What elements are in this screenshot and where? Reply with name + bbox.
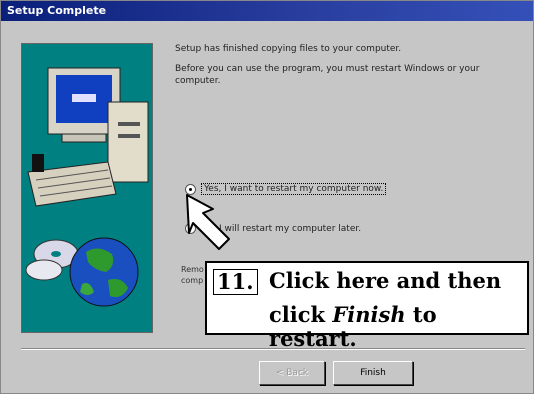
back-button[interactable]: < Back	[259, 361, 325, 385]
computer-globe-illustration	[25, 67, 149, 307]
setup-message: Setup has finished copying files to your…	[175, 43, 525, 95]
title-bar: Setup Complete	[1, 1, 533, 21]
callout-line-2-prefix: click	[269, 302, 333, 327]
message-line-2: Before you can use the program, you must…	[175, 64, 480, 86]
callout-line-1: Click here and then	[269, 268, 502, 293]
divider	[21, 348, 525, 350]
message-line-1: Setup has finished copying files to your…	[175, 44, 402, 54]
callout-line-2: click Finish to restart.	[269, 303, 527, 351]
pointer-arrow-icon	[186, 194, 230, 250]
setup-illustration	[21, 43, 153, 333]
window-title: Setup Complete	[7, 4, 107, 17]
callout-finish-emphasis: Finish	[332, 302, 406, 327]
setup-window: Setup Complete Setup has finished copyin…	[0, 0, 534, 394]
step-number: 11.	[213, 269, 258, 295]
finish-button[interactable]: Finish	[333, 361, 413, 385]
instruction-callout: 11. Click here and then click Finish to …	[205, 261, 529, 351]
